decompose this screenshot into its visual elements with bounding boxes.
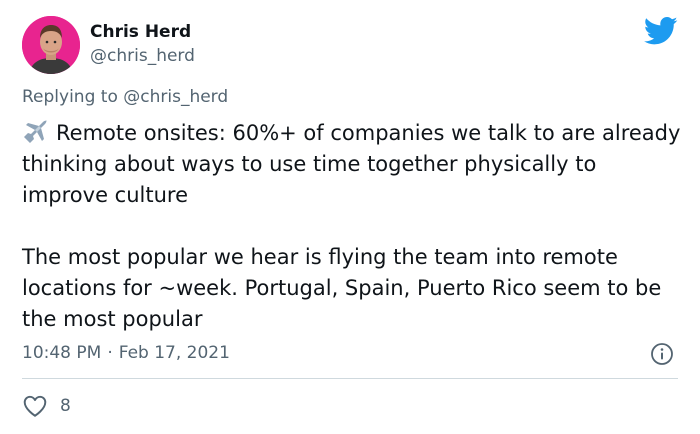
twitter-bird-icon[interactable] [644,16,678,46]
reply-prefix: Replying to [22,87,118,107]
heart-icon[interactable] [22,394,48,418]
divider [22,378,678,379]
tweet-time: 10:48 PM [22,343,102,363]
tweet-date: Feb 17, 2021 [118,343,230,363]
tweet-timestamp[interactable]: 10:48 PM · Feb 17, 2021 [22,343,230,363]
tweet-card: Chris Herd @chris_herd Replying to @chri… [0,0,700,434]
author-name[interactable]: Chris Herd [90,22,191,42]
meta-separator: · [107,343,113,363]
avatar[interactable] [22,16,80,74]
author-handle[interactable]: @chris_herd [90,46,195,66]
like-count: 8 [60,396,71,416]
tweet-paragraph-2: The most popular we hear is flying the t… [22,245,662,331]
paragraph-1-text: Remote onsites: 60%+ of companies we tal… [22,121,681,207]
reply-handle-link[interactable]: @chris_herd [123,87,228,107]
airplane-icon [24,120,47,143]
info-icon[interactable] [650,342,674,366]
tweet-paragraph-1: Remote onsites: 60%+ of companies we tal… [22,118,682,211]
reply-context: Replying to @chris_herd [22,87,228,107]
tweet-text: Remote onsites: 60%+ of companies we tal… [22,118,682,335]
